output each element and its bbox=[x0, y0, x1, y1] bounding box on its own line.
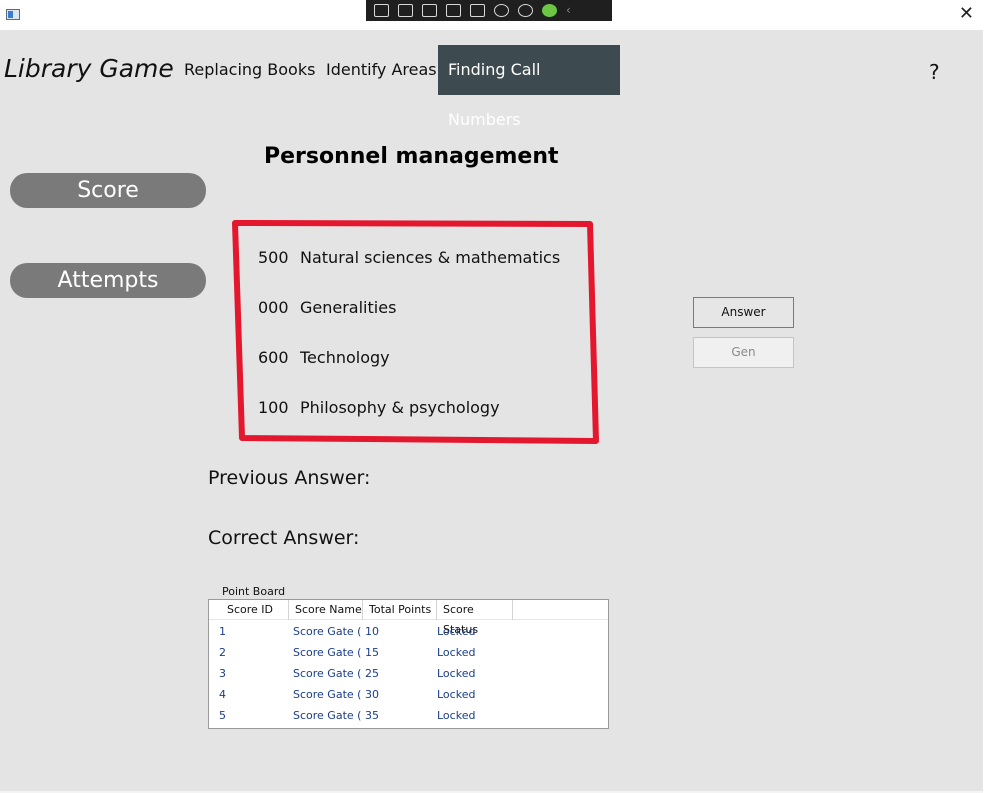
nav-identify-areas[interactable]: Identify Areas bbox=[316, 45, 447, 95]
cell-score-status: Locked bbox=[437, 646, 476, 659]
score-pill: Score bbox=[10, 173, 206, 208]
nav-replacing-books[interactable]: Replacing Books bbox=[174, 45, 325, 95]
select-element-icon[interactable] bbox=[422, 4, 437, 17]
close-button[interactable]: ✕ bbox=[959, 5, 974, 23]
cell-score-status: Locked bbox=[437, 688, 476, 701]
table-header: Score ID Score Name Total Points Score S… bbox=[209, 600, 608, 636]
question-title: Personnel management bbox=[264, 144, 559, 169]
help-button[interactable]: ? bbox=[929, 60, 940, 84]
cell-score-id: 1 bbox=[219, 625, 226, 638]
previous-answer-label: Previous Answer: bbox=[208, 467, 371, 489]
check-icon[interactable] bbox=[542, 4, 557, 17]
option-code: 000 bbox=[258, 298, 289, 317]
option-item[interactable]: 600 Technology bbox=[258, 348, 390, 367]
cell-score-id: 2 bbox=[219, 646, 226, 659]
option-code: 100 bbox=[258, 398, 289, 417]
cell-score-id: 3 bbox=[219, 667, 226, 680]
cell-total-points: 25 bbox=[365, 667, 379, 680]
column-header-score-name[interactable]: Score Name bbox=[289, 600, 363, 620]
point-board-caption: Point Board bbox=[222, 585, 286, 598]
point-board-table[interactable]: Score ID Score Name Total Points Score S… bbox=[208, 599, 609, 729]
cell-score-status: Locked bbox=[437, 709, 476, 722]
option-item[interactable]: 000 Generalities bbox=[258, 298, 396, 317]
attempts-pill: Attempts bbox=[10, 263, 206, 298]
table-row[interactable]: 5 Score Gate ( 35 Locked bbox=[209, 705, 513, 726]
cell-total-points: 30 bbox=[365, 688, 379, 701]
column-header-score-id[interactable]: Score ID bbox=[209, 600, 289, 620]
answer-button[interactable]: Answer bbox=[693, 297, 794, 328]
option-label: Generalities bbox=[300, 298, 397, 317]
app-title: Library Game bbox=[4, 54, 174, 83]
cell-score-status: Locked bbox=[437, 667, 476, 680]
table-row[interactable]: 3 Score Gate ( 25 Locked bbox=[209, 663, 513, 684]
nav-finding-call-numbers[interactable]: Finding Call Numbers bbox=[438, 45, 620, 129]
correct-answer-label: Correct Answer: bbox=[208, 527, 360, 549]
cell-score-id: 4 bbox=[219, 688, 226, 701]
record-icon[interactable] bbox=[398, 4, 413, 17]
cell-total-points: 35 bbox=[365, 709, 379, 722]
track-focus-icon[interactable] bbox=[470, 4, 485, 17]
table-row[interactable]: 4 Score Gate ( 30 Locked bbox=[209, 684, 513, 705]
cell-total-points: 10 bbox=[365, 625, 379, 638]
option-code: 500 bbox=[258, 248, 289, 267]
display-layout-icon[interactable] bbox=[446, 4, 461, 17]
option-item[interactable]: 500 Natural sciences & mathematics bbox=[258, 248, 560, 267]
hot-reload-icon[interactable] bbox=[494, 4, 509, 17]
option-label: Technology bbox=[300, 348, 390, 367]
cell-score-name: Score Gate ( bbox=[293, 625, 362, 638]
column-header-total-points[interactable]: Total Points bbox=[363, 600, 437, 620]
option-item[interactable]: 100 Philosophy & psychology bbox=[258, 398, 500, 417]
cell-score-name: Score Gate ( bbox=[293, 646, 362, 659]
cell-score-status: Locked bbox=[437, 625, 476, 638]
cell-score-name: Score Gate ( bbox=[293, 688, 362, 701]
live-visual-tree-icon[interactable] bbox=[374, 4, 389, 17]
app-client-area: Library Game Replacing Books Identify Ar… bbox=[0, 30, 983, 791]
column-header-score-status[interactable]: Score Status bbox=[437, 600, 513, 636]
table-row[interactable]: 2 Score Gate ( 15 Locked bbox=[209, 642, 513, 663]
option-label: Philosophy & psychology bbox=[300, 398, 500, 417]
cell-score-name: Score Gate ( bbox=[293, 709, 362, 722]
option-label: Natural sciences & mathematics bbox=[300, 248, 561, 267]
option-code: 600 bbox=[258, 348, 289, 367]
debug-toolbar: ‹ bbox=[366, 0, 612, 21]
table-row[interactable]: 1 Score Gate ( 10 Locked bbox=[209, 621, 513, 642]
gen-button[interactable]: Gen bbox=[693, 337, 794, 368]
cell-score-name: Score Gate ( bbox=[293, 667, 362, 680]
cell-score-id: 5 bbox=[219, 709, 226, 722]
cell-total-points: 15 bbox=[365, 646, 379, 659]
accessibility-icon[interactable] bbox=[518, 4, 533, 17]
chevron-left-icon[interactable]: ‹ bbox=[566, 4, 571, 17]
app-window-icon bbox=[6, 9, 20, 20]
window-titlebar: ‹ ✕ bbox=[0, 0, 986, 30]
